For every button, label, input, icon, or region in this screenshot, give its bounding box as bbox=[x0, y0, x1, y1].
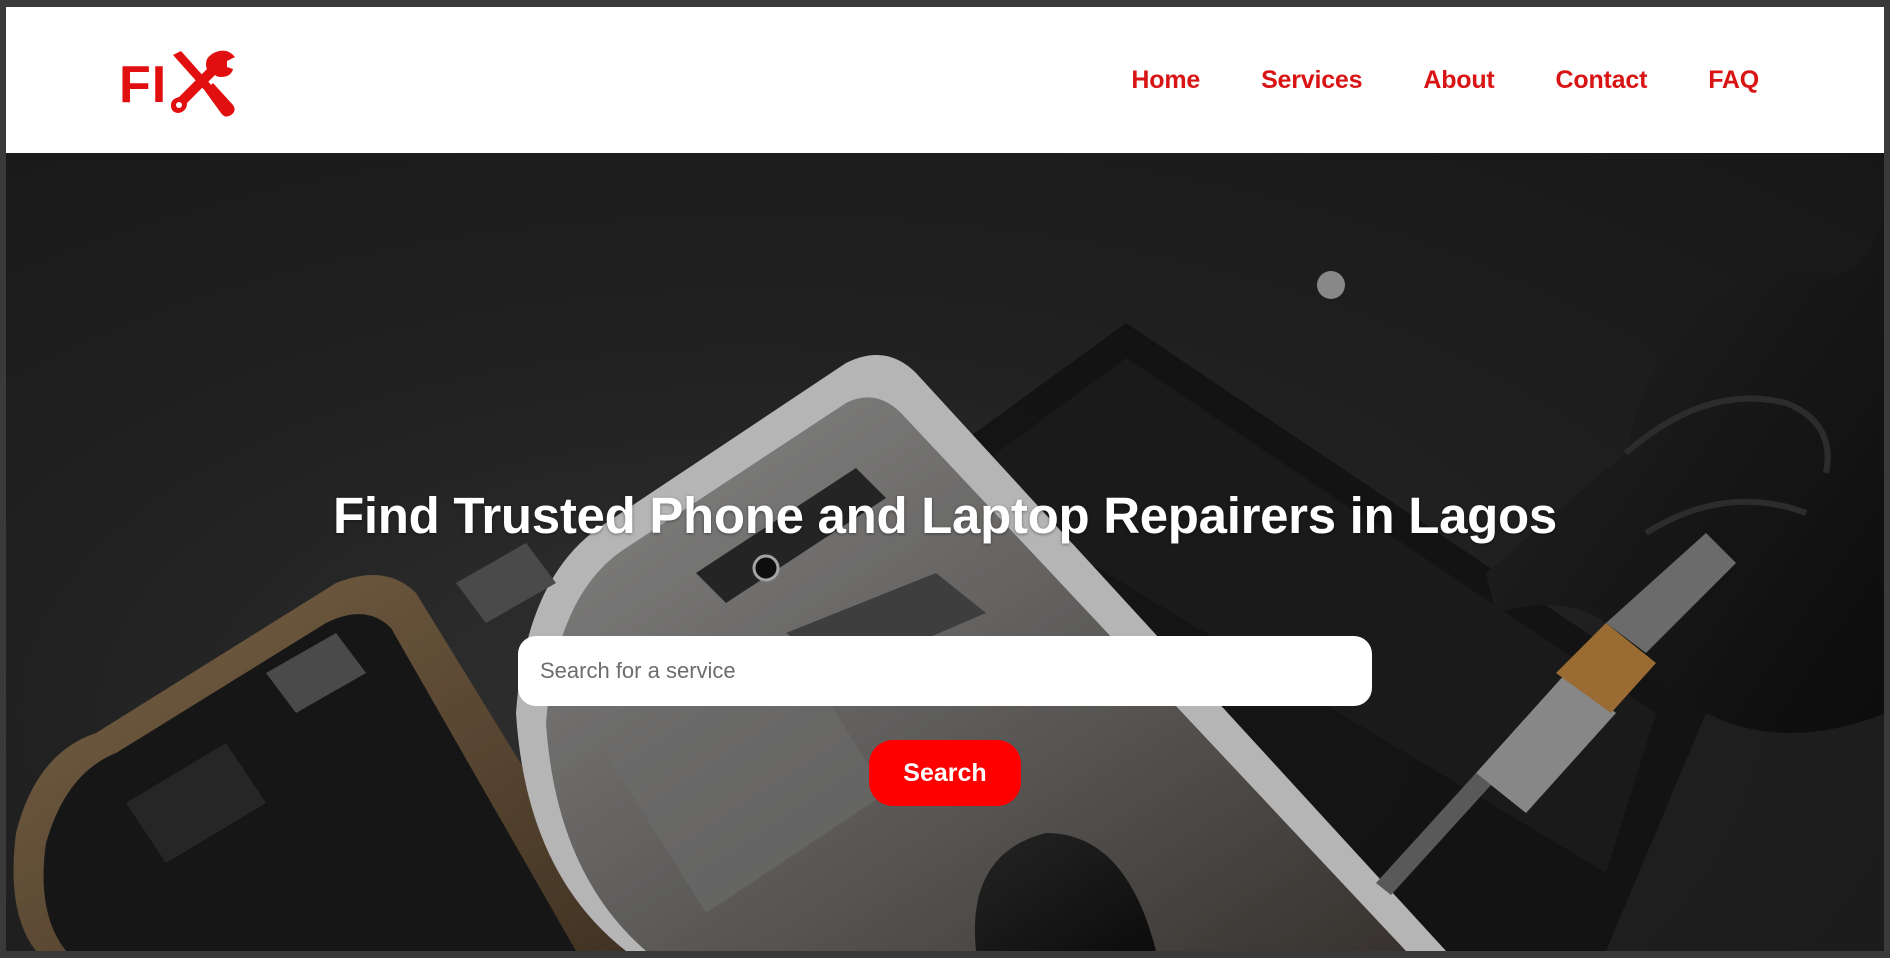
search-button[interactable]: Search bbox=[869, 740, 1021, 806]
site-logo[interactable]: FI bbox=[119, 45, 239, 121]
hero-dark-overlay bbox=[6, 153, 1884, 951]
browser-viewport: FI Home Services About Contact FAQ Find … bbox=[6, 7, 1884, 951]
hero-section: Find Trusted Phone and Laptop Repairers … bbox=[6, 153, 1884, 951]
hero-title: Find Trusted Phone and Laptop Repairers … bbox=[333, 487, 1557, 544]
crossed-wrench-screwdriver-icon bbox=[171, 50, 236, 117]
site-header: FI Home Services About Contact FAQ bbox=[6, 7, 1884, 153]
main-nav: Home Services About Contact FAQ bbox=[1070, 7, 1759, 153]
nav-faq[interactable]: FAQ bbox=[1708, 66, 1759, 95]
logo-text: FI bbox=[119, 56, 168, 114]
nav-home[interactable]: Home bbox=[1131, 66, 1200, 95]
nav-contact[interactable]: Contact bbox=[1556, 66, 1648, 95]
search-input[interactable] bbox=[518, 636, 1372, 706]
nav-services[interactable]: Services bbox=[1261, 66, 1362, 95]
nav-about[interactable]: About bbox=[1423, 66, 1494, 95]
